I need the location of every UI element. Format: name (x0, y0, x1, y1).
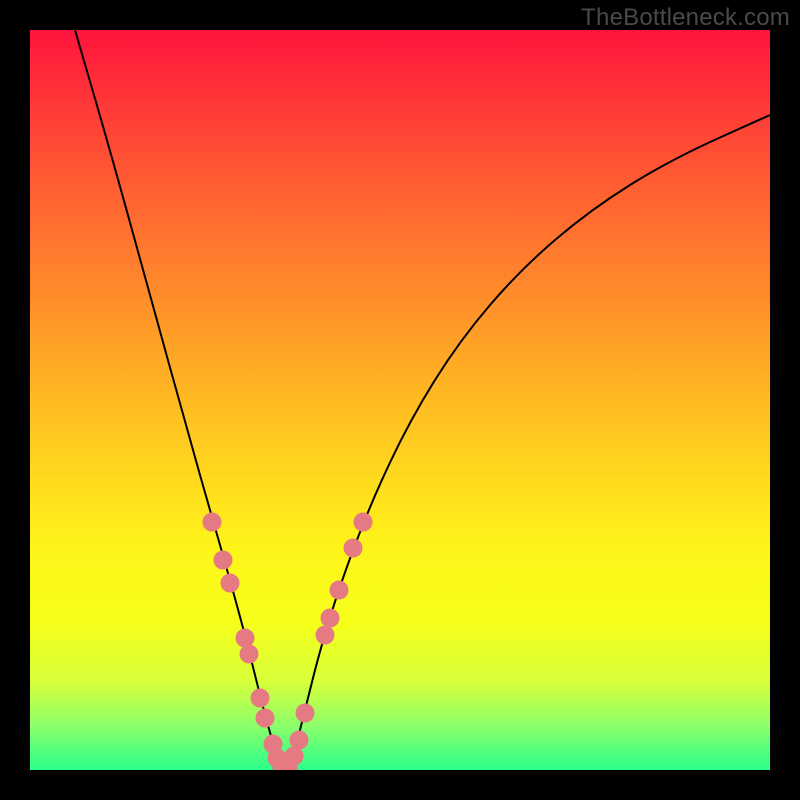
marker-dot (321, 609, 339, 627)
curve-svg (30, 30, 770, 770)
marker-dots (203, 513, 372, 770)
marker-dot (251, 689, 269, 707)
marker-dot (285, 747, 303, 765)
marker-dot (330, 581, 348, 599)
marker-dot (240, 645, 258, 663)
chart-frame: TheBottleneck.com (0, 0, 800, 800)
plot-area (30, 30, 770, 770)
watermark-text: TheBottleneck.com (581, 4, 790, 32)
marker-dot (236, 629, 254, 647)
marker-dot (221, 574, 239, 592)
marker-dot (203, 513, 221, 531)
marker-dot (344, 539, 362, 557)
marker-dot (316, 626, 334, 644)
marker-dot (256, 709, 274, 727)
marker-dot (290, 731, 308, 749)
marker-dot (296, 704, 314, 722)
bottleneck-curve (75, 30, 770, 769)
marker-dot (214, 551, 232, 569)
marker-dot (354, 513, 372, 531)
